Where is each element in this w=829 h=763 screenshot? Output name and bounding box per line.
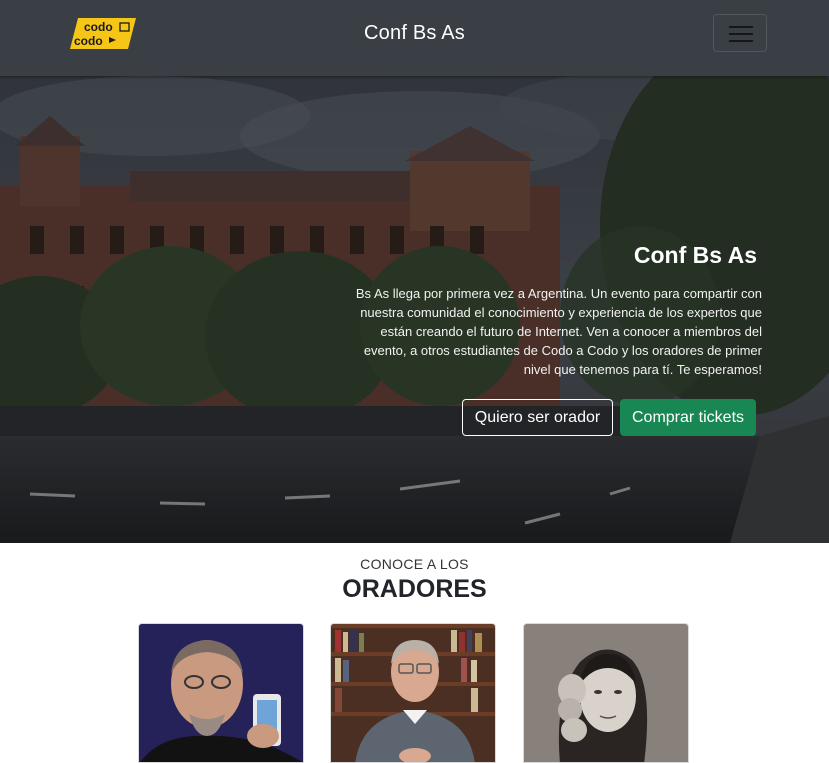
menu-toggle-button[interactable] [713, 14, 767, 52]
hero-banner: Conf Bs As Bs As llega por primera vez a… [0, 76, 829, 543]
hero-title: Conf Bs As [633, 242, 757, 268]
speakers-kicker: CONOCE A LOS [360, 556, 469, 572]
hero-description: Bs As llega por primera vez a Argentina.… [355, 286, 762, 377]
speaker-photo-1 [139, 624, 303, 762]
speaker-card[interactable] [330, 623, 496, 763]
navbar-title[interactable]: Conf Bs As [0, 22, 829, 45]
speaker-photo-3 [524, 624, 688, 762]
speakers-title: ORADORES [342, 575, 487, 603]
become-speaker-button[interactable]: Quiero ser orador [462, 399, 613, 436]
speaker-card[interactable] [138, 623, 304, 763]
speaker-card[interactable] [523, 623, 689, 763]
buy-tickets-button[interactable]: Comprar tickets [620, 399, 756, 436]
speaker-photo-2 [331, 624, 495, 762]
navbar: codo codo Conf Bs As [0, 0, 829, 76]
